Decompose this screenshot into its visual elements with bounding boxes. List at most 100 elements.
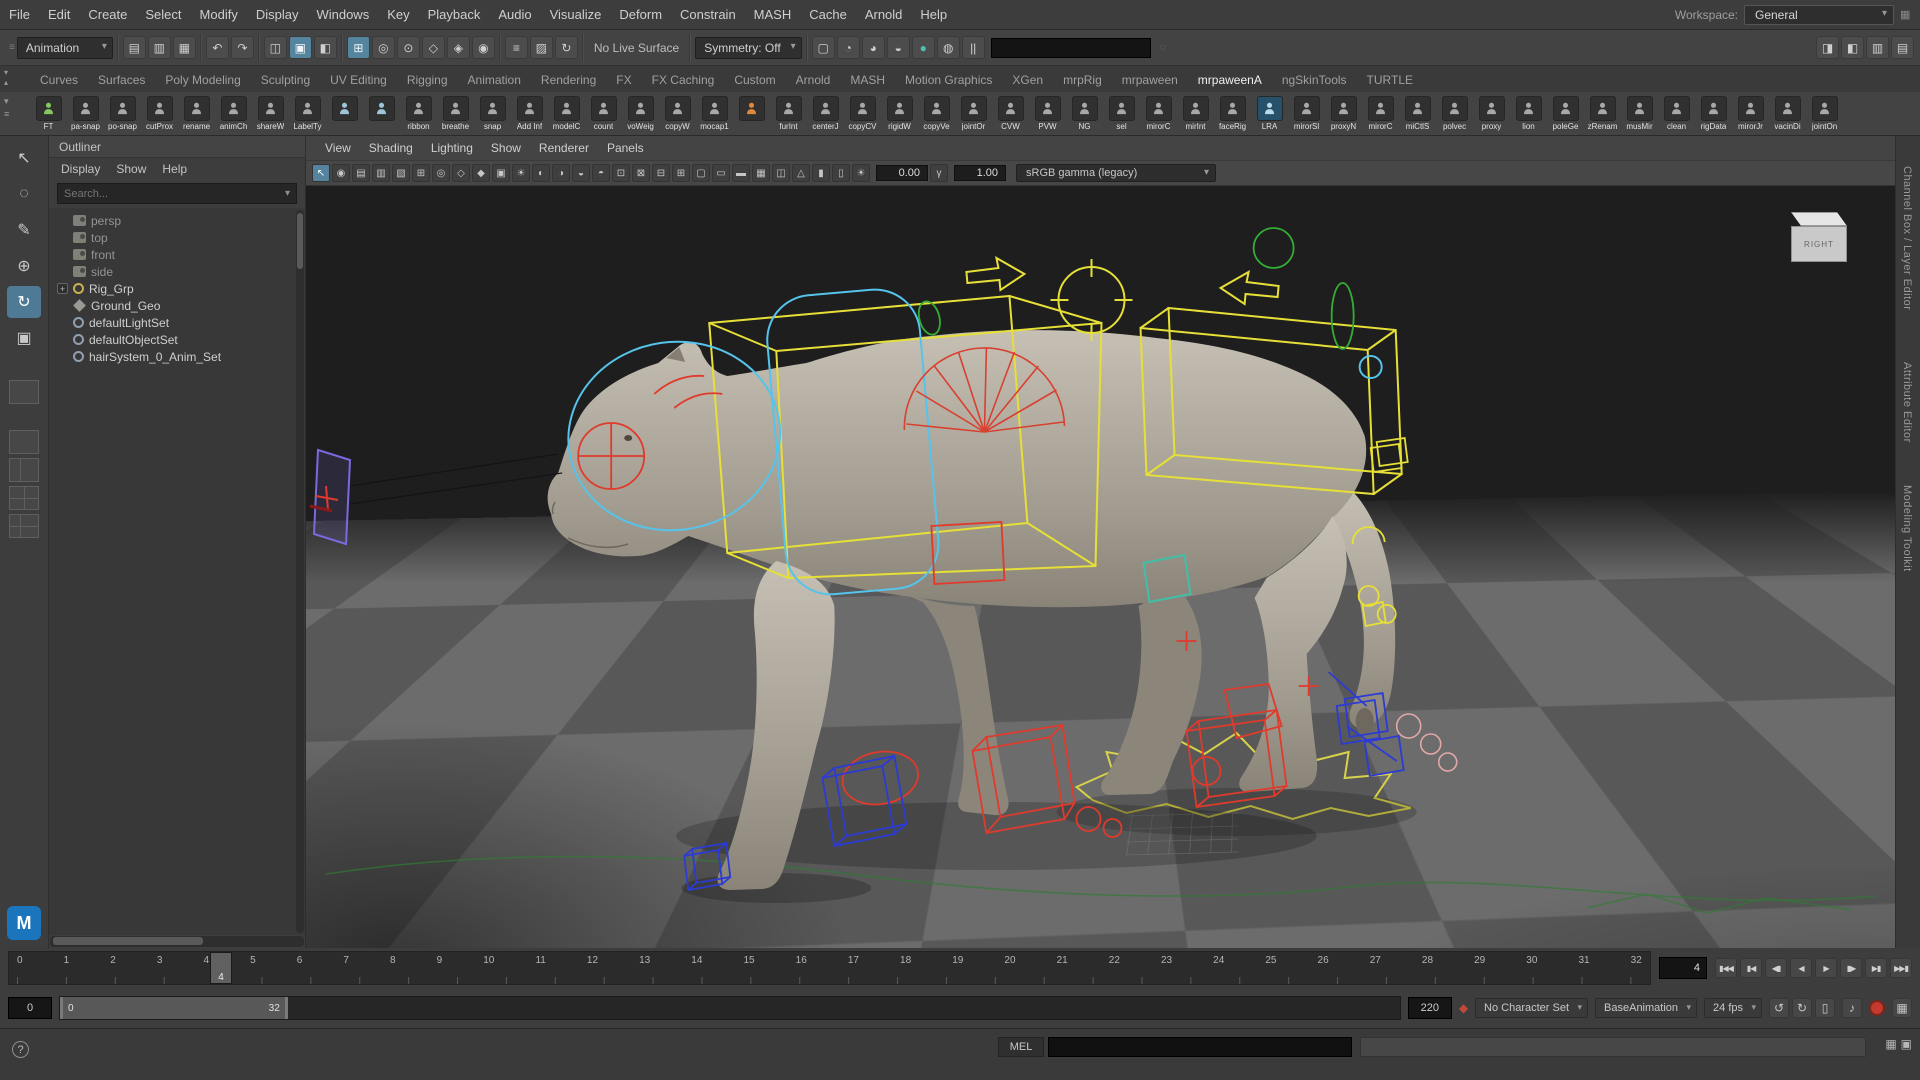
shelf-item[interactable]: voWeig: [622, 96, 659, 131]
shelf-tab-menu-icon[interactable]: ▾ ▴: [4, 68, 8, 87]
ipr-render-icon[interactable]: ◕: [862, 36, 885, 59]
shelf-tab[interactable]: Rigging: [397, 73, 458, 92]
save-scene-icon[interactable]: ▦: [173, 36, 196, 59]
new-scene-icon[interactable]: ▤: [123, 36, 146, 59]
shelf-tab[interactable]: mrpaween: [1112, 73, 1188, 92]
shelf-item[interactable]: faceRig: [1214, 96, 1251, 131]
anim-layer-selector[interactable]: BaseAnimation: [1595, 998, 1697, 1018]
help-icon[interactable]: ?: [12, 1041, 29, 1058]
menu-item[interactable]: Constrain: [671, 7, 745, 22]
redo-icon[interactable]: ↷: [231, 36, 254, 59]
last-tool-slot[interactable]: [9, 380, 39, 404]
snap-to-point-icon[interactable]: ⊙: [397, 36, 420, 59]
toggle-attribute-editor-icon[interactable]: ◧: [1841, 36, 1864, 59]
layout-four-pane-button[interactable]: [9, 486, 39, 510]
character-set-selector[interactable]: No Character Set: [1475, 998, 1588, 1018]
view-cube-front-face[interactable]: RIGHT: [1791, 226, 1847, 262]
ambient-occlusion-icon[interactable]: ◑: [552, 164, 570, 182]
shelf-tab[interactable]: UV Editing: [320, 73, 397, 92]
viewport-menu-item[interactable]: Shading: [362, 141, 420, 155]
tree-row[interactable]: front: [49, 246, 305, 263]
shelf-item[interactable]: animCh: [215, 96, 252, 131]
menu-item[interactable]: Modify: [191, 7, 247, 22]
shelf-item[interactable]: modelC: [548, 96, 585, 131]
menu-set-selector[interactable]: Animation: [17, 37, 113, 59]
shelf-tab[interactable]: Sculpting: [251, 73, 320, 92]
menu-item[interactable]: Help: [911, 7, 956, 22]
expand-toggle[interactable]: +: [57, 283, 68, 294]
animation-start-field[interactable]: [8, 997, 52, 1019]
menu-item[interactable]: Visualize: [541, 7, 611, 22]
tree-row[interactable]: + Rig_Grp: [49, 280, 305, 297]
shelf-item[interactable]: poleGe: [1547, 96, 1584, 131]
shelf-item[interactable]: cutProx: [141, 96, 178, 131]
exposure-field[interactable]: [876, 165, 928, 181]
playback-oscillate-icon[interactable]: ↻: [1792, 998, 1812, 1018]
shelf-item[interactable]: NG: [1066, 96, 1103, 131]
current-time-marker[interactable]: 4: [210, 952, 232, 984]
shelf-tab[interactable]: ngSkinTools: [1272, 73, 1357, 92]
rig-master-control[interactable]: [310, 450, 350, 544]
hud-icon[interactable]: ▮: [812, 164, 830, 182]
tree-row[interactable]: persp: [49, 212, 305, 229]
shelf-item[interactable]: Add Inf: [511, 96, 548, 131]
shelf-item[interactable]: jointOr: [955, 96, 992, 131]
quick-select-input[interactable]: [991, 38, 1151, 58]
shadows-icon[interactable]: ◐: [532, 164, 550, 182]
step-back-frame-button[interactable]: ▮◀: [1740, 958, 1762, 978]
chevron-down-icon[interactable]: ▾: [285, 188, 290, 199]
tree-row[interactable]: side: [49, 263, 305, 280]
resolution-gate-icon[interactable]: ▭: [712, 164, 730, 182]
viewport-menu-item[interactable]: Lighting: [424, 141, 480, 155]
shelf-tab[interactable]: MASH: [840, 73, 895, 92]
menu-item[interactable]: Cache: [800, 7, 856, 22]
viewport-menu-item[interactable]: Show: [484, 141, 528, 155]
camera-attributes-icon[interactable]: ▤: [352, 164, 370, 182]
render-settings-icon[interactable]: ◒: [887, 36, 910, 59]
search-input[interactable]: [64, 188, 285, 200]
shelf-tab[interactable]: Custom: [724, 73, 785, 92]
shelf-item[interactable]: proxy: [1473, 96, 1510, 131]
safe-title-icon[interactable]: △: [792, 164, 810, 182]
grip-icon[interactable]: ≡: [6, 42, 17, 53]
tab-channel-box[interactable]: Channel Box / Layer Editor: [1901, 166, 1913, 310]
menu-item[interactable]: MASH: [745, 7, 801, 22]
time-slider[interactable]: 0123456789101112131415161718192021222324…: [8, 951, 1651, 985]
shelf-tab[interactable]: mrpRig: [1053, 73, 1112, 92]
playback-range-handle[interactable]: 0 32: [60, 997, 288, 1019]
shelf-item[interactable]: zRenam: [1584, 96, 1621, 131]
object-details-icon[interactable]: ▯: [832, 164, 850, 182]
menu-item[interactable]: Playback: [419, 7, 490, 22]
shelf-item[interactable]: mirorJr: [1732, 96, 1769, 131]
sound-icon[interactable]: ♪: [1842, 998, 1862, 1018]
command-language-toggle[interactable]: MEL: [998, 1037, 1044, 1057]
toggle-tool-settings-icon[interactable]: ▥: [1866, 36, 1889, 59]
select-camera-icon[interactable]: ↖: [312, 164, 330, 182]
toggle-channel-box-icon[interactable]: ◨: [1816, 36, 1839, 59]
pause-icon[interactable]: ||: [962, 36, 985, 59]
fps-selector[interactable]: 24 fps: [1704, 998, 1762, 1018]
paint-select-tool[interactable]: ✎: [7, 214, 41, 246]
image-plane-icon[interactable]: ▧: [392, 164, 410, 182]
viewport-menu-item[interactable]: Panels: [600, 141, 651, 155]
xray-joints-icon[interactable]: ⊟: [652, 164, 670, 182]
shelf-item[interactable]: centerJ: [807, 96, 844, 131]
oversampling-icon[interactable]: ◎: [432, 164, 450, 182]
menu-item[interactable]: Deform: [610, 7, 671, 22]
shelf-tab[interactable]: FX Caching: [642, 73, 725, 92]
menu-item[interactable]: Edit: [39, 7, 79, 22]
tree-row[interactable]: hairSystem_0_Anim_Set: [49, 348, 305, 365]
shelf-item[interactable]: po-snap: [104, 96, 141, 131]
outliner-menu-item[interactable]: Display: [61, 162, 100, 176]
shelf-item[interactable]: lion: [1510, 96, 1547, 131]
shelf-item[interactable]: sel: [1103, 96, 1140, 131]
shelf-tab[interactable]: Motion Graphics: [895, 73, 1002, 92]
bookmark-icon[interactable]: ▥: [372, 164, 390, 182]
rotate-tool[interactable]: ↻: [7, 286, 41, 318]
shelf-item[interactable]: LabelTy: [289, 96, 326, 131]
menu-item[interactable]: Create: [79, 7, 136, 22]
shelf-item[interactable]: CVW: [992, 96, 1029, 131]
snap-to-projected-center-icon[interactable]: ◇: [422, 36, 445, 59]
search-icon[interactable]: ◌: [1157, 42, 1168, 53]
scale-tool[interactable]: ▣: [7, 322, 41, 354]
